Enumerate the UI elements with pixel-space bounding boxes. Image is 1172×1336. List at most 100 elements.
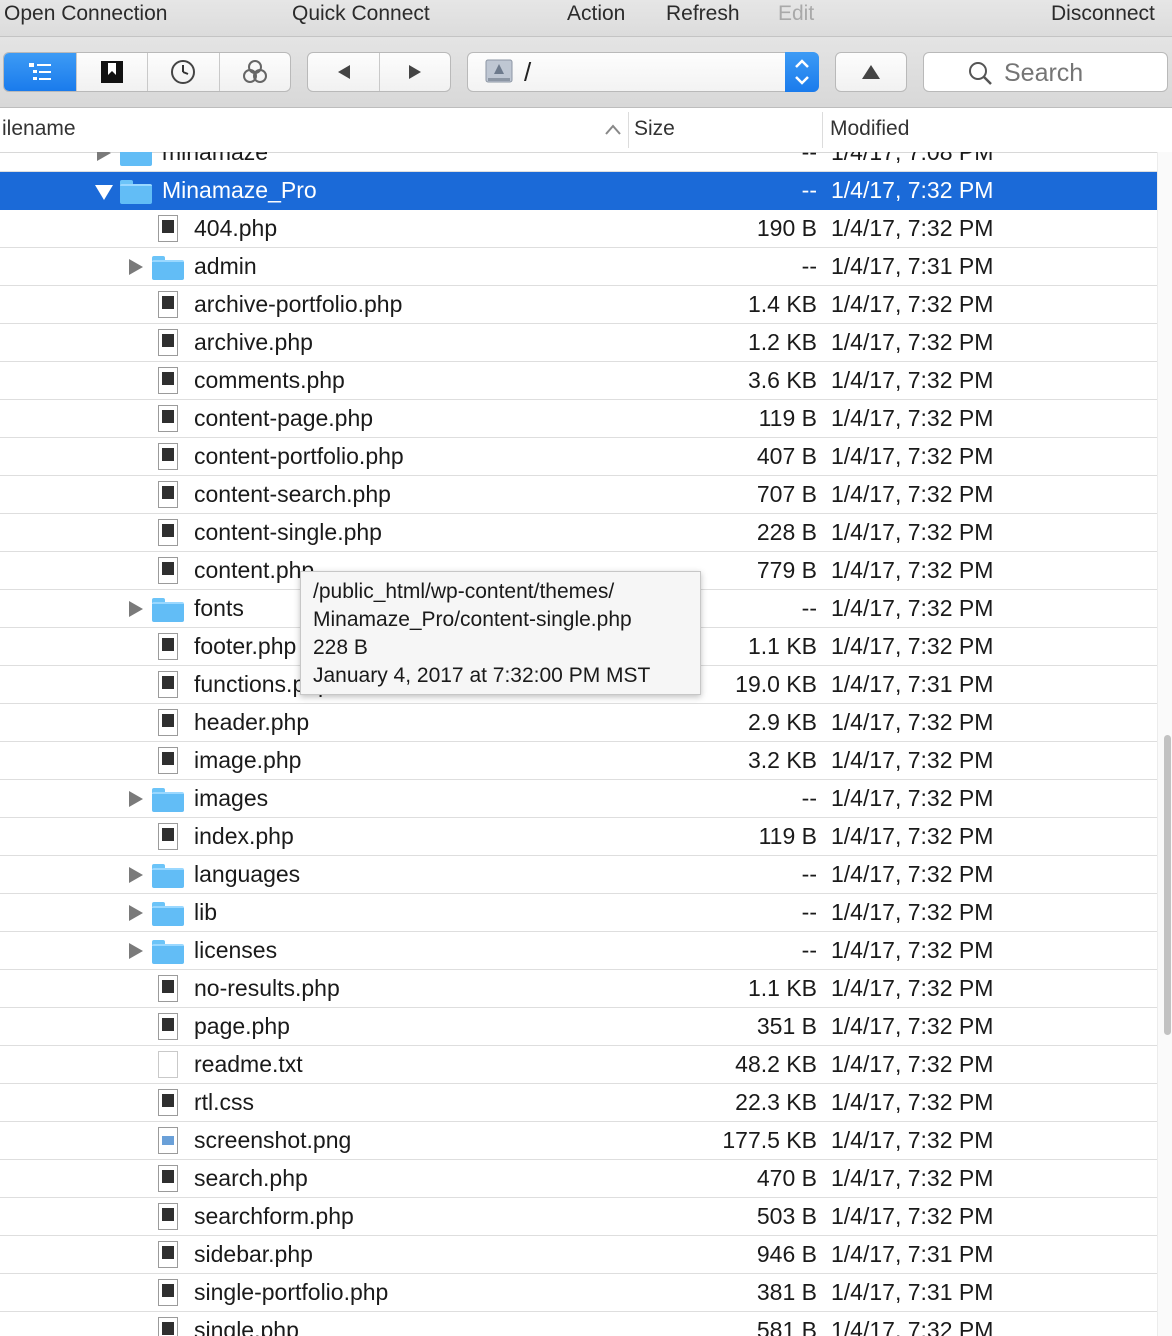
folder-row[interactable]: images -- 1/4/17, 7:32 PM [0, 780, 1157, 818]
disclosure-closed-icon[interactable] [97, 152, 111, 161]
row-filename: content-single.php [194, 519, 382, 545]
file-row[interactable]: no-results.php 1.1 KB 1/4/17, 7:32 PM [0, 970, 1157, 1008]
file-row[interactable]: archive-portfolio.php 1.4 KB 1/4/17, 7:32 … [0, 286, 1157, 324]
row-modified: 1/4/17, 7:32 PM [831, 595, 994, 621]
search-icon [969, 62, 992, 85]
folder-row[interactable]: lib -- 1/4/17, 7:32 PM [0, 894, 1157, 932]
column-divider[interactable] [628, 112, 629, 148]
disclosure-closed-icon[interactable] [129, 905, 143, 921]
parent-directory-button[interactable] [835, 52, 907, 92]
file-row[interactable]: rtl.css 22.3 KB 1/4/17, 7:32 PM [0, 1084, 1157, 1122]
row-modified: 1/4/17, 7:32 PM [831, 1127, 994, 1153]
file-row[interactable]: comments.php 3.6 KB 1/4/17, 7:32 PM [0, 362, 1157, 400]
row-modified: 1/4/17, 7:31 PM [831, 253, 994, 279]
row-modified: 1/4/17, 7:32 PM [831, 1013, 994, 1039]
search-field[interactable] [923, 52, 1168, 92]
row-filename: languages [194, 861, 301, 887]
search-input[interactable] [1004, 59, 1154, 88]
forward-button[interactable] [380, 53, 450, 91]
folder-row[interactable]: languages -- 1/4/17, 7:32 PM [0, 856, 1157, 894]
disclosure-closed-icon[interactable] [129, 259, 143, 275]
row-modified: 1/4/17, 7:32 PM [831, 975, 994, 1001]
path-dropdown-button[interactable] [785, 52, 819, 92]
file-row[interactable]: single.php 581 B 1/4/17, 7:32 PM [0, 1312, 1157, 1336]
history-view-button[interactable] [148, 53, 220, 91]
back-button[interactable] [308, 53, 380, 91]
column-divider[interactable] [822, 112, 823, 148]
bookmarks-view-button[interactable] [77, 53, 148, 91]
folder-icon [120, 152, 152, 166]
row-filename: footer.php [194, 633, 297, 659]
row-filename: rtl.css [194, 1089, 255, 1115]
php-file-icon [158, 671, 178, 698]
modified-column-header[interactable]: Modified [830, 117, 909, 141]
file-row[interactable]: content-search.php 707 B 1/4/17, 7:32 PM [0, 476, 1157, 514]
file-row[interactable]: readme.txt 48.2 KB 1/4/17, 7:32 PM [0, 1046, 1157, 1084]
row-size: 1.2 KB [747, 329, 817, 355]
file-row[interactable]: content-portfolio.php 407 B 1/4/17, 7:32 P… [0, 438, 1157, 476]
row-filename: content-page.php [194, 405, 374, 431]
file-row[interactable]: page.php 351 B 1/4/17, 7:32 PM [0, 1008, 1157, 1046]
disclosure-closed-icon[interactable] [129, 601, 143, 617]
file-row[interactable]: content-page.php 119 B 1/4/17, 7:32 PM [0, 400, 1157, 438]
filename-column-header[interactable]: ilename [2, 117, 76, 141]
action-button[interactable]: Action [567, 2, 625, 26]
refresh-button[interactable]: Refresh [666, 2, 740, 26]
row-size: -- [801, 177, 817, 203]
file-row[interactable]: content-single.php 228 B 1/4/17, 7:32 PM [0, 514, 1157, 552]
file-row[interactable]: single-portfolio.php 381 B 1/4/17, 7:31 PM [0, 1274, 1157, 1312]
row-modified: 1/4/17, 7:31 PM [831, 671, 994, 697]
open-connection-button[interactable]: Open Connection [4, 2, 167, 26]
size-column-header[interactable]: Size [634, 117, 675, 141]
row-size: -- [801, 785, 817, 811]
row-filename: image.php [194, 747, 302, 773]
disclosure-open-icon[interactable] [95, 185, 113, 200]
row-size: -- [801, 899, 817, 925]
disclosure-closed-icon[interactable] [129, 867, 143, 883]
file-row[interactable]: image.php 3.2 KB 1/4/17, 7:32 PM [0, 742, 1157, 780]
folder-row[interactable]: admin -- 1/4/17, 7:31 PM [0, 248, 1157, 286]
file-row[interactable]: sidebar.php 946 B 1/4/17, 7:31 PM [0, 1236, 1157, 1274]
browser-view-button[interactable] [4, 53, 77, 91]
folder-row[interactable]: Minamaze_Pro -- 1/4/17, 7:32 PM [0, 172, 1157, 210]
row-filename: archive.php [194, 329, 313, 355]
file-row[interactable]: header.php 2.9 KB 1/4/17, 7:32 PM [0, 704, 1157, 742]
tooltip-size: 228 B [313, 636, 368, 659]
folder-row[interactable]: licenses -- 1/4/17, 7:32 PM [0, 932, 1157, 970]
bonjour-icon [242, 60, 267, 83]
file-info-tooltip: /public_html/wp-content/themes/ Minamaze… [300, 571, 701, 695]
row-size: 19.0 KB [735, 671, 817, 697]
bonjour-view-button[interactable] [220, 53, 291, 91]
disclosure-closed-icon[interactable] [129, 943, 143, 959]
row-size: 779 B [756, 557, 817, 583]
folder-row[interactable]: minamaze -- 1/4/17, 7:08 PM [0, 152, 1157, 172]
chevron-up-down-icon [795, 59, 809, 85]
path-select[interactable]: / [467, 52, 819, 92]
folder-icon [152, 256, 184, 280]
file-row[interactable]: search.php 470 B 1/4/17, 7:32 PM [0, 1160, 1157, 1198]
php-file-icon [158, 823, 178, 850]
edit-button[interactable]: Edit [778, 2, 814, 26]
scrollbar-thumb[interactable] [1164, 735, 1171, 1035]
row-modified: 1/4/17, 7:32 PM [831, 861, 994, 887]
php-file-icon [158, 633, 178, 660]
row-filename: no-results.php [194, 975, 340, 1001]
row-size: 581 B [756, 1317, 817, 1336]
row-size: 1.4 KB [747, 291, 817, 317]
file-row[interactable]: archive.php 1.2 KB 1/4/17, 7:32 PM [0, 324, 1157, 362]
file-row[interactable]: searchform.php 503 B 1/4/17, 7:32 PM [0, 1198, 1157, 1236]
row-modified: 1/4/17, 7:32 PM [831, 481, 994, 507]
disconnect-button[interactable]: Disconnect [1051, 2, 1155, 26]
folder-icon [120, 180, 152, 204]
row-modified: 1/4/17, 7:31 PM [831, 1279, 994, 1305]
row-filename: search.php [194, 1165, 308, 1191]
quick-connect-button[interactable]: Quick Connect [292, 2, 430, 26]
file-row[interactable]: screenshot.png 177.5 KB 1/4/17, 7:32 PM [0, 1122, 1157, 1160]
php-file-icon [158, 367, 178, 394]
row-size: 3.2 KB [747, 747, 817, 773]
row-modified: 1/4/17, 7:32 PM [831, 291, 994, 317]
row-size: 22.3 KB [735, 1089, 817, 1115]
file-row[interactable]: 404.php 190 B 1/4/17, 7:32 PM [0, 210, 1157, 248]
disclosure-closed-icon[interactable] [129, 791, 143, 807]
file-row[interactable]: index.php 119 B 1/4/17, 7:32 PM [0, 818, 1157, 856]
